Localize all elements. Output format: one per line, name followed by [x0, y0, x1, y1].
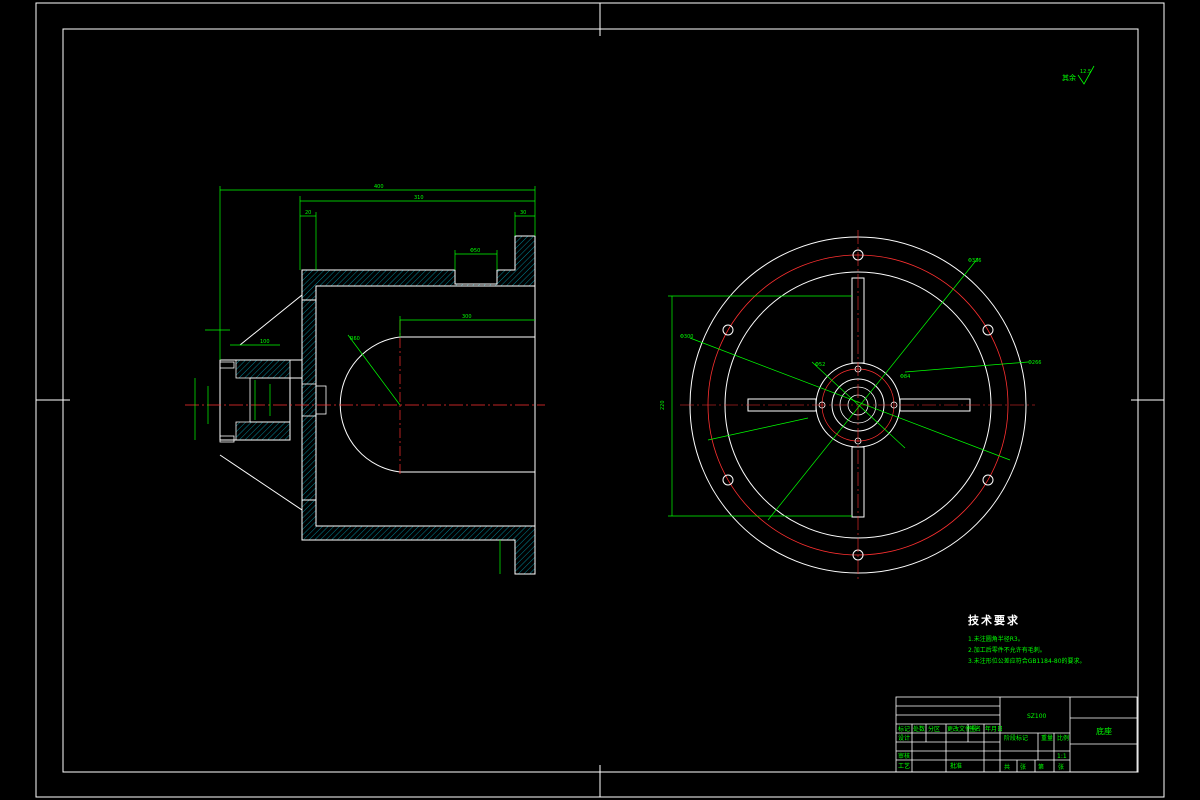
tb-label-total: 共	[1004, 763, 1010, 771]
tb-label-sheet2: 张	[1058, 763, 1064, 771]
tb-label-count: 处数	[913, 725, 925, 733]
svg-text:300: 300	[462, 314, 472, 320]
roughness-label: 其余	[1062, 73, 1076, 82]
tb-label-mark: 标记	[898, 725, 910, 733]
tb-label-sign: 签名	[969, 725, 981, 733]
tb-label-scale: 比例	[1057, 734, 1069, 742]
left-wall-section	[301, 299, 317, 501]
cone-line-top	[239, 294, 303, 346]
hub-hatch-top	[235, 359, 291, 379]
tb-label-page: 第	[1038, 763, 1044, 771]
technical-requirements: 技术要求 1.未注圆角半径R3。 2.加工后零件不允许有毛刺。 3.未注形位公差…	[968, 612, 1158, 667]
svg-text:Φ84: Φ84	[900, 374, 910, 380]
end-view-dimensions	[668, 257, 1029, 521]
tb-label-process: 工艺	[898, 762, 910, 770]
tb-label-stage: 阶段标记	[1004, 734, 1028, 742]
inner-cavity	[339, 336, 535, 473]
tb-label-approve: 批准	[950, 762, 962, 770]
centering-marks	[36, 3, 1164, 797]
roughness-symbol: 其余 12.5	[1062, 65, 1095, 85]
svg-text:30: 30	[520, 210, 526, 216]
section-view: 400 310 20 30 Φ50 300 100 R60	[185, 184, 545, 575]
svg-text:Φ336: Φ336	[968, 258, 981, 264]
hub-hatch-bottom	[235, 421, 291, 441]
svg-text:220: 220	[660, 400, 666, 410]
tb-label-review: 审核	[898, 752, 910, 760]
tb-label-weight: 重量	[1041, 734, 1053, 742]
sheet-outer-border	[35, 2, 1165, 798]
tb-label-sheet1: 张	[1020, 763, 1026, 771]
seal-ring	[315, 385, 327, 415]
drawing-number: SZ100	[1027, 713, 1047, 720]
small-pin-top	[219, 361, 235, 369]
notes-item: 2.加工后零件不允许有毛刺。	[968, 647, 1046, 654]
notes-title: 技术要求	[968, 614, 1020, 627]
svg-text:20: 20	[305, 210, 311, 216]
svg-text:400: 400	[374, 184, 384, 190]
tb-label-zone: 分区	[928, 725, 940, 733]
section-dimensions	[194, 186, 536, 574]
top-wall-section	[301, 235, 536, 301]
svg-text:Φ50: Φ50	[470, 248, 480, 254]
cad-drawing-canvas: 400 310 20 30 Φ50 300 100 R60 220 Φ300 Φ…	[35, 2, 1165, 798]
tb-label-design: 设计	[898, 734, 910, 742]
notes-item: 1.未注圆角半径R3。	[968, 636, 1024, 643]
svg-text:Φ52: Φ52	[815, 362, 825, 368]
cone-line-bottom	[219, 454, 303, 511]
svg-text:310: 310	[414, 195, 424, 201]
svg-text:100: 100	[260, 339, 270, 345]
svg-text:Φ266: Φ266	[1028, 360, 1041, 366]
ribs	[747, 277, 971, 518]
small-pin-bottom	[219, 435, 235, 443]
tb-label-date: 年月日	[985, 725, 1003, 733]
svg-text:Φ300: Φ300	[680, 334, 693, 340]
part-name: 底座	[1096, 726, 1112, 736]
svg-text:R60: R60	[350, 336, 360, 342]
scale-value: 1:1	[1057, 753, 1067, 760]
notes-item: 3.未注形位公差应符合GB1184-80的要求。	[968, 658, 1086, 665]
end-view: 220 Φ300 Φ336 Φ266 Φ84 Φ52	[660, 230, 1041, 580]
